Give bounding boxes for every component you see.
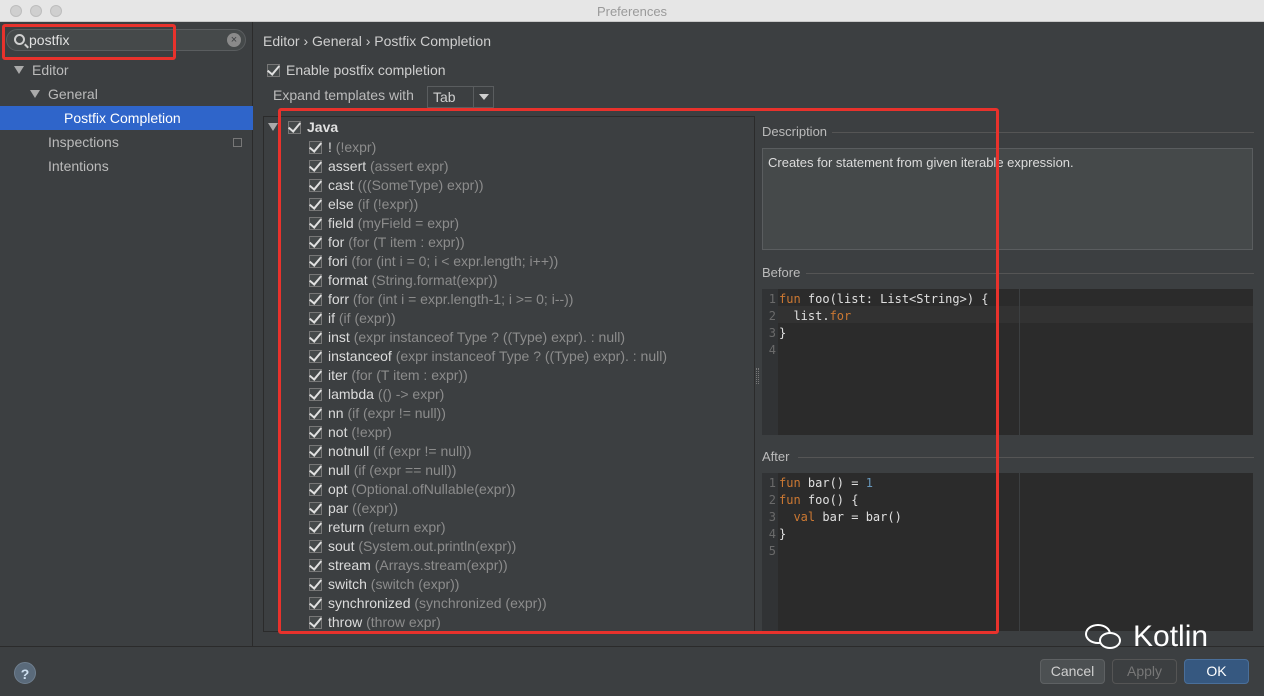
expand-key-select[interactable]: Tab (427, 86, 494, 108)
tree-item-postfix-completion[interactable]: Postfix Completion (0, 106, 253, 130)
help-icon[interactable]: ? (14, 662, 36, 684)
watermark-text: Kotlin (1133, 620, 1209, 653)
expand-arrow-icon[interactable] (268, 123, 278, 131)
cancel-button[interactable]: Cancel (1040, 659, 1105, 684)
search-highlight-box (2, 24, 176, 60)
enable-postfix-label: Enable postfix completion (286, 62, 446, 78)
clear-search-icon[interactable]: × (227, 33, 241, 47)
window-title: Preferences (596, 4, 668, 19)
apply-button[interactable]: Apply (1112, 659, 1177, 684)
right-margin-line (1019, 289, 1020, 435)
tree-item-label: Editor (32, 62, 69, 78)
tree-item-label: Intentions (48, 158, 109, 174)
enable-postfix-checkbox[interactable] (267, 64, 280, 77)
tree-item-label: General (48, 86, 98, 102)
settings-sidebar: × Editor General Postfix Completion Insp… (0, 22, 253, 646)
watermark: Kotlin (1085, 620, 1208, 654)
tree-item-label: Inspections (48, 134, 119, 150)
title-bar: Preferences (0, 0, 1264, 22)
tree-item-label: Postfix Completion (64, 110, 181, 126)
ok-button[interactable]: OK (1184, 659, 1249, 684)
expand-arrow-icon[interactable] (30, 90, 40, 98)
dialog-button-bar: ? Cancel Apply OK (0, 646, 1264, 696)
expand-key-value: Tab (433, 89, 456, 105)
chevron-down-icon[interactable] (473, 87, 493, 107)
templates-highlight-box (278, 108, 999, 634)
tree-item-inspections[interactable]: Inspections (48, 130, 253, 154)
right-margin-line (1019, 473, 1020, 631)
enable-postfix-checkbox-row[interactable]: Enable postfix completion (267, 62, 446, 78)
tree-item-general[interactable]: General (30, 82, 253, 106)
wechat-logo-icon (1085, 622, 1125, 652)
tree-item-editor[interactable]: Editor (14, 58, 253, 82)
tree-item-intentions[interactable]: Intentions (48, 154, 253, 178)
breadcrumb: Editor › General › Postfix Completion (263, 33, 491, 49)
expand-templates-label: Expand templates with (273, 87, 414, 103)
expand-arrow-icon[interactable] (14, 66, 24, 74)
project-settings-icon (233, 138, 242, 147)
